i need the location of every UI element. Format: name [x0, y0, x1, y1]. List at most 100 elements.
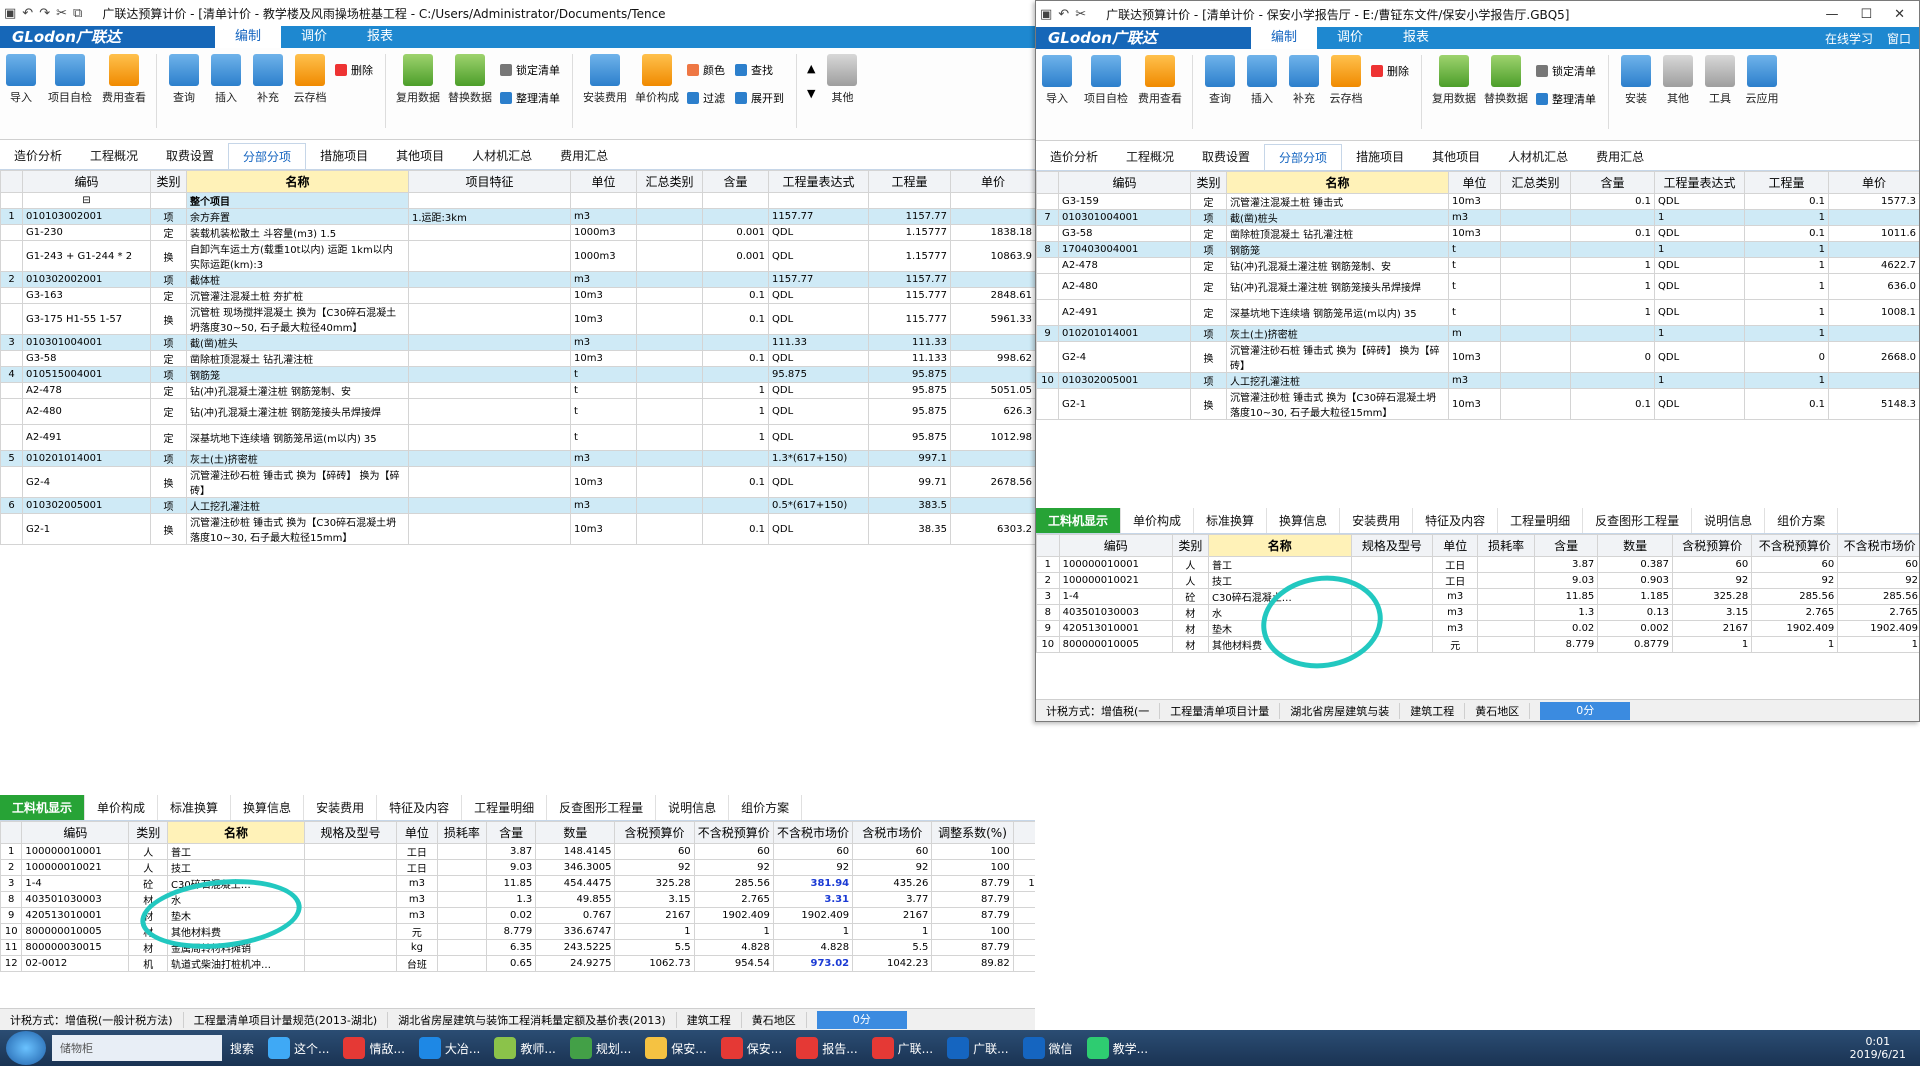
copy-icon[interactable]: ⧉ [73, 6, 82, 21]
menu-tab-edit[interactable]: 编制 [215, 26, 282, 48]
lock-list-button-2[interactable]: 锁定清单 [1536, 63, 1596, 79]
cell-notax-market[interactable]: 285.56 [1837, 588, 1919, 605]
cell-content[interactable]: 0.1 [702, 466, 769, 498]
status-region[interactable]: 黄石地区 [742, 1011, 807, 1028]
import-button-2[interactable]: 导入 [1036, 55, 1078, 106]
bottom-tab[interactable]: 反查图形工程量 [547, 795, 657, 820]
table-row[interactable]: 5 010201014001 项灰土(土)挤密桩 m3 1.3*(617+150) 997… [0, 450, 1035, 467]
tab-fee-summary[interactable]: 费用汇总 [546, 143, 622, 169]
cell-expression[interactable]: QDL [1654, 388, 1745, 420]
table-row[interactable]: 6 010302005001 项人工挖孔灌注桩 m3 0.5*(617+150) 383.… [0, 497, 1035, 514]
bottom-tab[interactable]: 标准换算 [1194, 508, 1268, 533]
cell-notax-market[interactable]: 2.765 [1837, 604, 1919, 621]
bottom-tab[interactable]: 工料机显示 [0, 795, 86, 820]
cell-expression[interactable]: QDL [768, 240, 869, 272]
cell-name[interactable]: 深基坑地下连续墙 钢筋笼吊运(m以内) 35 [1226, 299, 1449, 326]
cut-icon[interactable]: ✂ [56, 6, 67, 21]
status-score[interactable]: 0分 [816, 1010, 907, 1029]
tab-measures[interactable]: 措施项目 [306, 143, 382, 169]
tab-measures-2[interactable]: 措施项目 [1342, 144, 1418, 170]
install-fee-button[interactable]: 安装费用 [579, 54, 631, 105]
taskbar-item[interactable]: 规划... [564, 1033, 637, 1063]
cell-expression[interactable]: 1 [1654, 241, 1745, 258]
move-down-icon[interactable]: ▼ [807, 87, 815, 100]
tab-items[interactable]: 分部分项 [228, 143, 307, 169]
cell-content[interactable]: 1.3 [485, 891, 537, 908]
other-button[interactable]: 其他 [821, 54, 863, 105]
cell-name[interactable]: 截(凿)桩头 [1226, 209, 1449, 226]
reuse-data-button[interactable]: 复用数据 [392, 54, 444, 105]
cell-name[interactable]: 人工挖孔灌注桩 [186, 497, 409, 514]
cell-feature[interactable] [408, 350, 571, 367]
price-build-button[interactable]: 单价构成 [631, 54, 683, 105]
cell-content[interactable]: 1 [1570, 273, 1655, 300]
brand-logo[interactable]: GLodon广联达 [0, 26, 215, 48]
cell-code[interactable]: 420513010001 [21, 907, 130, 924]
cell-feature[interactable] [408, 466, 571, 498]
bottom-tab[interactable]: 特征及内容 [1413, 508, 1499, 533]
cell-content[interactable]: 1 [702, 398, 769, 425]
cell-content[interactable]: 1 [702, 382, 769, 399]
supplement-button-2[interactable]: 补充 [1283, 55, 1325, 106]
table-row[interactable]: 1 010103002001 项余方弃置 1.运距:3km m3 1157.77 1157.… [0, 208, 1035, 225]
cell-content[interactable]: 0.1 [1570, 193, 1655, 210]
table-row[interactable]: G3-58 定凿除桩顶混凝土 钻孔灌注桩 10m3 0.1 QDL 0.1 1011.6 [1036, 225, 1919, 242]
status-category[interactable]: 建筑工程 [677, 1011, 742, 1028]
cell-expression[interactable]: QDL [1654, 193, 1745, 210]
cell-feature[interactable] [408, 303, 571, 335]
cell-code[interactable]: 100000010021 [1058, 572, 1173, 589]
cell-code[interactable]: 010301004001 [1058, 209, 1191, 226]
res-col-header[interactable]: 含量 [1533, 534, 1599, 557]
delete-button[interactable]: 删除 [335, 62, 373, 78]
cell-code[interactable]: G1-230 [22, 224, 151, 241]
cell-name[interactable]: 沉管灌注砂桩 锤击式 换为【C30碎石混凝土坍落度10~30, 石子最大粒径15… [186, 513, 409, 545]
cell-feature[interactable] [408, 224, 571, 241]
cell-expression[interactable]: 1.3*(617+150) [768, 450, 869, 467]
fee-view-button-2[interactable]: 费用查看 [1134, 55, 1186, 106]
table-row[interactable]: 8 170403004001 项钢筋笼 t 1 1 [1036, 241, 1919, 258]
taskbar-item[interactable]: 教学... [1081, 1033, 1154, 1063]
cell-content[interactable] [1570, 372, 1655, 389]
cell-code[interactable]: 403501030003 [21, 891, 130, 908]
save-icon[interactable]: ▣ [4, 6, 16, 21]
res-col-header[interactable]: 含量 [485, 821, 537, 844]
bottom-tab[interactable]: 组价方案 [729, 795, 803, 820]
replace-data-button[interactable]: 替换数据 [444, 54, 496, 105]
table-row[interactable]: G2-1 换沉管灌注砂桩 锤击式 换为【C30碎石混凝土坍落度10~30, 石子最… [1036, 388, 1919, 420]
table-row[interactable]: A2-491 定深基坑地下连续墙 钢筋笼吊运(m以内) 35 t 1 QDL 95.875… [0, 424, 1035, 451]
cell-feature[interactable] [408, 497, 571, 514]
bottom-tab[interactable]: 标准换算 [158, 795, 232, 820]
cell-code[interactable]: G2-4 [1058, 341, 1191, 373]
tab-other-items[interactable]: 其他项目 [382, 143, 458, 169]
res-col-header[interactable]: 数量 [1597, 534, 1673, 557]
col-summary-type[interactable]: 汇总类别 [636, 170, 703, 193]
cell-code[interactable]: A2-480 [22, 398, 151, 425]
bottom-tab[interactable]: 工程量明细 [1498, 508, 1584, 533]
cell-name[interactable]: 沉管灌注砂桩 锤击式 换为【C30碎石混凝土坍落度10~30, 石子最大粒径15… [1226, 388, 1449, 420]
import-button[interactable]: 导入 [0, 54, 42, 105]
res-col-header[interactable]: 含税市场价 [852, 821, 933, 844]
table-row[interactable]: A2-478 定钻(冲)孔混凝土灌注桩 钢筋笼制、安 t 1 QDL 1 4622.7 [1036, 257, 1919, 274]
cell-code[interactable]: A2-491 [22, 424, 151, 451]
cell-feature[interactable] [408, 271, 571, 288]
cell-content[interactable]: 8.779 [1533, 636, 1599, 653]
cell-content[interactable]: 8.779 [485, 923, 537, 940]
bottom-tab[interactable]: 组价方案 [1765, 508, 1839, 533]
cell-content[interactable]: 9.03 [1533, 572, 1599, 589]
cell-name[interactable]: 轨道式柴油打桩机冲… [166, 955, 306, 972]
cell-name[interactable]: 人工挖孔灌注桩 [1226, 372, 1449, 389]
cell-notax-market[interactable]: 60 [1837, 556, 1919, 573]
table-row[interactable]: G2-4 换沉管灌注砂石桩 锤击式 换为【碎砖】 换为【碎砖】 10m3 0.1 QDL… [0, 466, 1035, 498]
cell-code[interactable]: 420513010001 [1058, 620, 1173, 637]
col-unit[interactable]: 单位 [570, 170, 637, 193]
cell-feature[interactable] [408, 334, 571, 351]
cell-expression[interactable]: QDL [1654, 225, 1745, 242]
res-col-header[interactable]: 规格及型号 [304, 821, 398, 844]
cell-notax-market[interactable]: 1902.409 [772, 907, 854, 924]
cell-code[interactable]: 010302002001 [22, 271, 151, 288]
cell-content[interactable]: 0.1 [702, 513, 769, 545]
cell-code[interactable]: A2-478 [1058, 257, 1191, 274]
cell-code[interactable]: A2-478 [22, 382, 151, 399]
cell-content[interactable] [702, 366, 769, 383]
resource-row[interactable]: 10 800000010005 材其他材料费元 8.779 0.8779 1 1 1 [1036, 636, 1919, 653]
